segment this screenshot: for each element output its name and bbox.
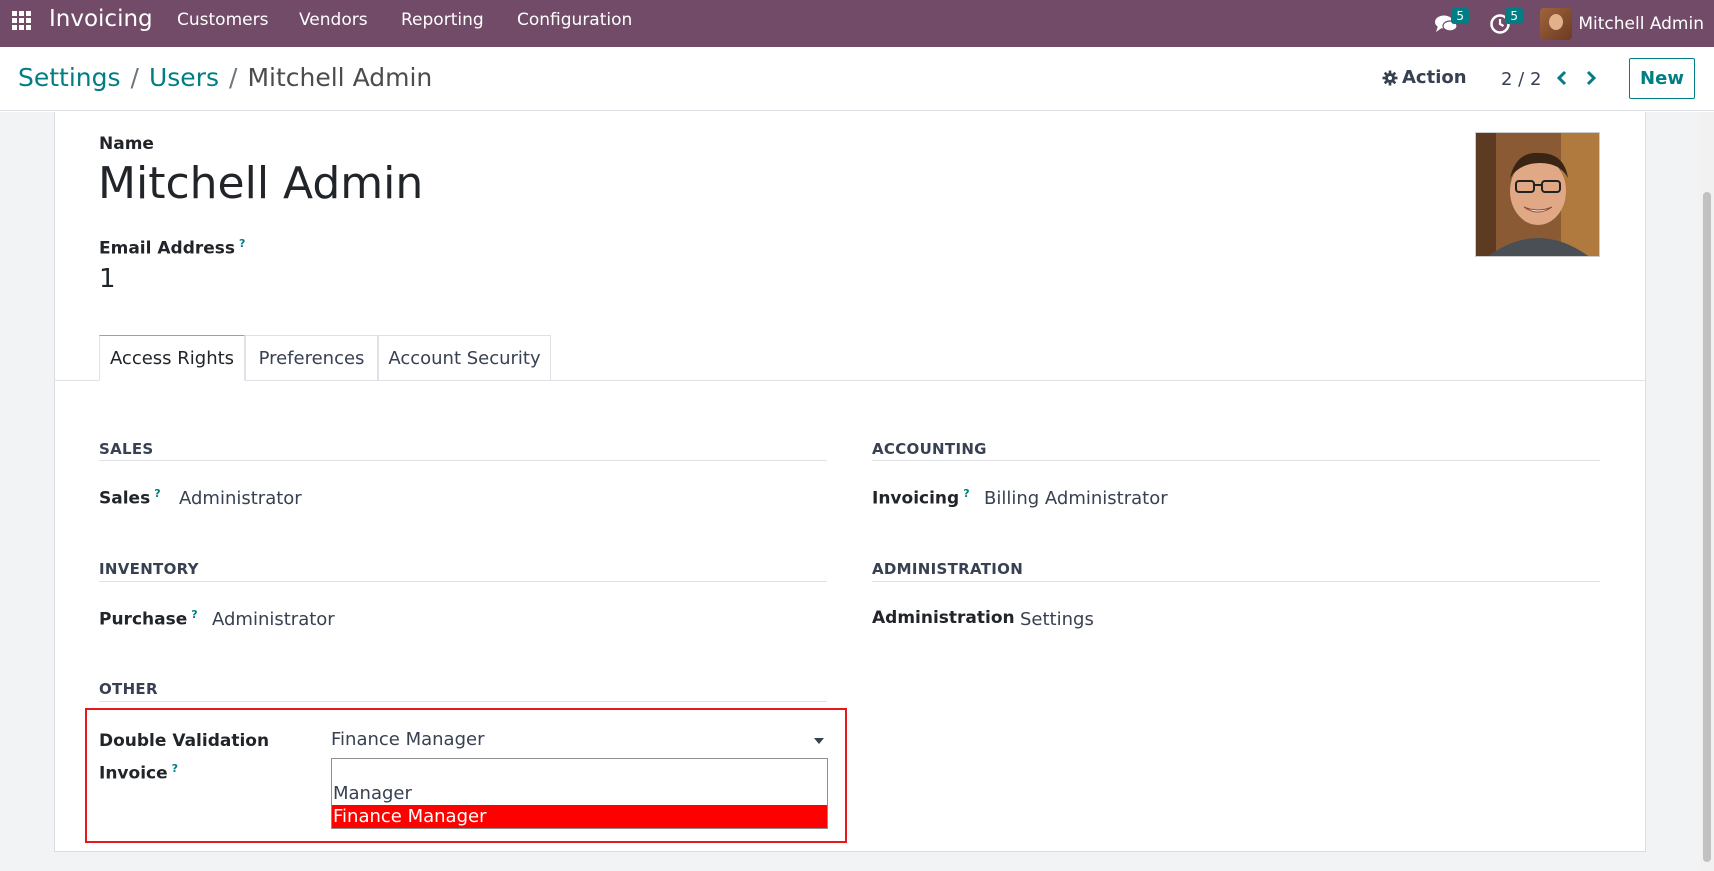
section-divider xyxy=(99,701,827,702)
section-divider xyxy=(872,581,1600,582)
invoicing-field-value[interactable]: Billing Administrator xyxy=(984,488,1168,509)
menu-configuration[interactable]: Configuration xyxy=(517,10,632,30)
invoicing-field-label: Invoicing? xyxy=(872,487,970,509)
pager-value[interactable]: 2 / 2 xyxy=(1501,69,1541,90)
purchase-label-text: Purchase xyxy=(99,609,188,630)
menu-vendors[interactable]: Vendors xyxy=(299,10,368,30)
administration-field-label: Administration xyxy=(872,608,1015,628)
activities-count-badge: 5 xyxy=(1505,7,1523,24)
systray: 5 5 Mitchell Admin xyxy=(1432,0,1704,47)
action-label: Action xyxy=(1402,67,1467,88)
name-label: Name xyxy=(99,134,154,154)
section-divider xyxy=(99,460,827,461)
section-divider xyxy=(99,581,827,582)
chevron-left-icon xyxy=(1556,70,1567,86)
section-title-inventory: INVENTORY xyxy=(99,560,199,578)
section-title-accounting: ACCOUNTING xyxy=(872,440,987,458)
messages-button[interactable]: 5 xyxy=(1432,7,1469,38)
double-validation-select-value: Finance Manager xyxy=(331,729,485,750)
scrollbar[interactable] xyxy=(1700,112,1714,871)
purchase-help-icon[interactable]: ? xyxy=(191,608,197,621)
pager-next-button[interactable] xyxy=(1580,65,1602,91)
app-menu-icon[interactable] xyxy=(12,11,32,31)
section-divider xyxy=(872,460,1600,461)
invoicing-label-text: Invoicing xyxy=(872,488,960,509)
tab-preferences[interactable]: Preferences xyxy=(245,335,378,381)
breadcrumb-current: Mitchell Admin xyxy=(247,63,433,92)
dropdown-option-manager[interactable]: Manager xyxy=(332,782,827,805)
new-button[interactable]: New xyxy=(1629,58,1695,99)
tab-access-rights[interactable]: Access Rights xyxy=(99,335,245,381)
menu-reporting[interactable]: Reporting xyxy=(401,10,484,30)
tab-account-security[interactable]: Account Security xyxy=(378,335,551,381)
action-button[interactable]: Action xyxy=(1382,67,1467,88)
menu-customers[interactable]: Customers xyxy=(177,10,268,30)
user-avatar[interactable] xyxy=(1540,7,1573,40)
section-title-sales: SALES xyxy=(99,440,154,458)
email-label: Email Address? xyxy=(99,237,245,259)
name-field[interactable]: Mitchell Admin xyxy=(98,158,423,209)
email-field[interactable]: 1 xyxy=(99,264,116,294)
caret-down-icon xyxy=(814,738,824,744)
top-navbar: Invoicing Customers Vendors Reporting Co… xyxy=(0,0,1714,47)
user-photo[interactable] xyxy=(1475,132,1600,257)
breadcrumb-separator: / xyxy=(229,63,238,92)
sales-help-icon[interactable]: ? xyxy=(154,487,160,500)
control-panel: Settings / Users / Mitchell Admin Action 2 /… xyxy=(0,47,1714,111)
breadcrumb-separator: / xyxy=(130,63,139,92)
double-validation-select[interactable]: Finance Manager xyxy=(331,727,828,759)
purchase-field-label: Purchase? xyxy=(99,608,198,630)
double-validation-field-label: Double Validation Invoice? xyxy=(99,728,269,788)
chevron-right-icon xyxy=(1586,70,1597,86)
dropdown-option-finance-manager[interactable]: Finance Manager xyxy=(332,805,827,828)
double-validation-dropdown: Manager Finance Manager xyxy=(331,758,828,829)
section-title-administration: ADMINISTRATION xyxy=(872,560,1024,578)
sales-label-text: Sales xyxy=(99,488,151,509)
double-validation-label-line1: Double Validation xyxy=(99,731,270,751)
email-help-icon[interactable]: ? xyxy=(239,237,245,250)
scrollbar-thumb[interactable] xyxy=(1703,192,1711,862)
purchase-field-value[interactable]: Administrator xyxy=(212,609,335,630)
sales-field-value[interactable]: Administrator xyxy=(179,488,302,509)
email-label-text: Email Address xyxy=(99,238,236,259)
user-menu-name[interactable]: Mitchell Admin xyxy=(1578,14,1704,34)
dropdown-option-empty[interactable] xyxy=(332,759,827,782)
messages-count-badge: 5 xyxy=(1451,7,1469,24)
invoicing-help-icon[interactable]: ? xyxy=(963,487,969,500)
section-title-other: OTHER xyxy=(99,680,158,698)
sales-field-label: Sales? xyxy=(99,487,161,509)
breadcrumb-users[interactable]: Users xyxy=(149,63,219,92)
app-brand[interactable]: Invoicing xyxy=(49,6,153,32)
user-photo-image xyxy=(1476,133,1599,256)
double-validation-label-line2: Invoice xyxy=(99,763,168,784)
breadcrumb-settings[interactable]: Settings xyxy=(18,63,121,92)
pager-previous-button[interactable] xyxy=(1551,65,1573,91)
gear-icon xyxy=(1382,70,1398,85)
breadcrumb: Settings / Users / Mitchell Admin xyxy=(18,63,432,92)
double-validation-help-icon[interactable]: ? xyxy=(172,762,178,775)
administration-field-value[interactable]: Settings xyxy=(1020,609,1094,630)
activities-button[interactable]: 5 xyxy=(1486,7,1523,38)
